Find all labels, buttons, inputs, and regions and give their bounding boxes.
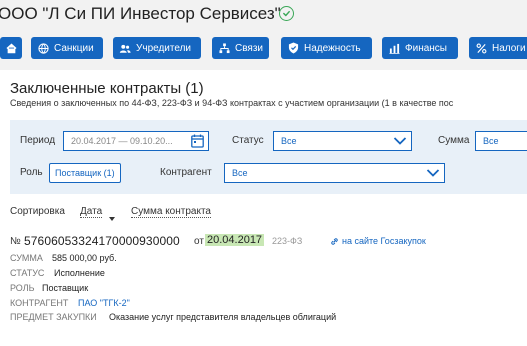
home-icon bbox=[5, 42, 17, 54]
period-label: Период bbox=[20, 135, 56, 146]
period-input[interactable]: 20.04.2017 — 09.10.20... bbox=[63, 131, 209, 151]
globe-icon bbox=[37, 42, 49, 54]
contract-law: 223-ФЗ bbox=[272, 236, 303, 246]
nav-taxes-label: Налоги bbox=[492, 42, 526, 54]
role-tag[interactable]: Поставщик (1) bbox=[49, 163, 121, 183]
goszakupki-link-label: на сайте Госзакупок bbox=[342, 236, 426, 246]
nav-sanctions-button[interactable]: Санкции bbox=[31, 37, 103, 59]
sort-label: Сортировка bbox=[10, 206, 65, 217]
status-field-label: СТАТУС bbox=[10, 268, 45, 278]
nav-founders-label: Учредители bbox=[136, 42, 192, 54]
role-label: Роль bbox=[20, 167, 43, 178]
chevron-down-icon bbox=[393, 136, 407, 148]
filters-panel: Период 20.04.2017 — 09.10.20... Статус В… bbox=[10, 120, 527, 194]
status-field-value: Исполнение bbox=[54, 268, 105, 278]
contract-number[interactable]: 57606053324170000930000 bbox=[24, 234, 180, 248]
nav-reliability-label: Надежность bbox=[304, 42, 361, 54]
nav-sanctions-label: Санкции bbox=[54, 42, 94, 54]
period-value: 20.04.2017 — 09.10.20... bbox=[71, 136, 173, 146]
contract-date-prefix: от bbox=[194, 236, 204, 247]
status-label: Статус bbox=[232, 135, 264, 146]
sort-by-date[interactable]: Дата bbox=[80, 206, 103, 218]
counterparty-value: Все bbox=[232, 168, 248, 178]
sum-field-value: 585 000,00 руб. bbox=[52, 253, 117, 263]
check-circle-icon bbox=[279, 6, 294, 21]
subject-field-value: Оказание услуг представителя владельцев … bbox=[109, 312, 337, 322]
role-value: Поставщик (1) bbox=[55, 168, 115, 178]
sum-select[interactable]: Все bbox=[475, 131, 527, 151]
role-field-value: Поставщик bbox=[42, 283, 89, 293]
network-icon bbox=[218, 42, 230, 54]
calendar-icon[interactable] bbox=[191, 134, 204, 150]
counterparty-select[interactable]: Все bbox=[224, 163, 445, 183]
sum-field-label: СУММА bbox=[10, 253, 43, 263]
nav-links-button[interactable]: Связи bbox=[212, 37, 269, 59]
shield-icon bbox=[287, 42, 299, 54]
nav-reliability-button[interactable]: Надежность bbox=[281, 37, 372, 59]
bar-chart-icon bbox=[388, 42, 400, 54]
subject-field-label: ПРЕДМЕТ ЗАКУПКИ bbox=[10, 312, 97, 322]
section-subtitle: Сведения о заключенных по 44-ФЗ, 223-ФЗ … bbox=[10, 98, 454, 108]
sum-value: Все bbox=[483, 136, 499, 146]
counterparty-label: Контрагент bbox=[160, 167, 212, 178]
status-select[interactable]: Все bbox=[273, 131, 412, 151]
sum-label: Сумма bbox=[438, 135, 470, 146]
role-field-label: РОЛЬ bbox=[10, 283, 35, 293]
sort-by-sum[interactable]: Сумма контракта bbox=[131, 206, 211, 218]
counterparty-field-value[interactable]: ПАО "ТГК-2" bbox=[78, 298, 130, 308]
nav-home-button[interactable] bbox=[0, 37, 22, 59]
sort-desc-icon[interactable] bbox=[109, 209, 115, 227]
users-icon bbox=[119, 42, 131, 54]
contract-number-label: № bbox=[10, 236, 21, 247]
nav-taxes-button[interactable]: Налоги bbox=[469, 37, 527, 59]
link-icon bbox=[331, 237, 338, 245]
nav-links-label: Связи bbox=[235, 42, 264, 54]
counterparty-field-label: КОНТРАГЕНТ bbox=[10, 298, 69, 308]
section-title: Заключенные контракты (1) bbox=[10, 80, 204, 97]
status-value: Все bbox=[281, 136, 297, 146]
nav-finance-button[interactable]: Финансы bbox=[382, 37, 458, 59]
nav-finance-label: Финансы bbox=[405, 42, 447, 54]
goszakupki-link[interactable]: на сайте Госзакупок bbox=[330, 236, 426, 246]
company-header: ООО "Л Си ПИ Инвестор Сервисез" Санкции … bbox=[0, 0, 527, 70]
company-name: ООО "Л Си ПИ Инвестор Сервисез" bbox=[0, 4, 281, 23]
chevron-down-icon bbox=[426, 168, 440, 180]
percent-icon bbox=[475, 42, 487, 54]
nav-founders-button[interactable]: Учредители bbox=[113, 37, 201, 59]
contract-date: 20.04.2017 bbox=[205, 234, 265, 246]
